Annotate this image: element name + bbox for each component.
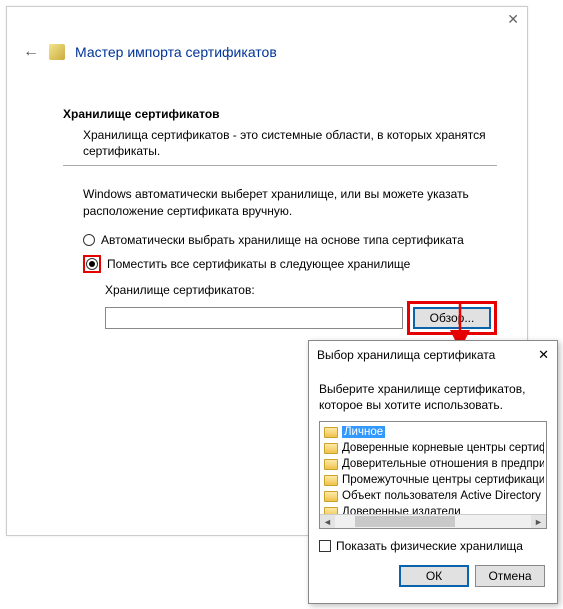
select-store-dialog: Выбор хранилища сертификата ✕ Выберите х… (308, 340, 558, 604)
tree-item[interactable]: Доверительные отношения в предприяти (324, 456, 544, 472)
tree-item[interactable]: Доверенные корневые центры сертифика (324, 440, 544, 456)
tree-item-label: Личное (342, 426, 385, 438)
tree-item-label: Промежуточные центры сертификации (342, 474, 544, 486)
radio-auto-label: Автоматически выбрать хранилище на основ… (101, 233, 464, 247)
wizard-content: Хранилище сертификатов Хранилища сертифи… (63, 107, 497, 335)
show-physical-checkbox[interactable]: Показать физические хранилища (319, 539, 547, 553)
wizard-title: Мастер импорта сертификатов (75, 44, 277, 60)
certificate-wizard-icon (49, 44, 65, 60)
auto-select-text: Windows автоматически выберет хранилище,… (83, 186, 497, 218)
highlight-box: Обзор... (407, 301, 497, 335)
tree-item-label: Доверительные отношения в предприяти (342, 458, 544, 470)
store-row: Обзор... (105, 301, 497, 335)
highlight-box (83, 255, 101, 273)
tree-item[interactable]: Объект пользователя Active Directory (324, 488, 544, 504)
checkbox-icon (319, 540, 331, 552)
show-physical-label: Показать физические хранилища (336, 539, 523, 553)
store-tree[interactable]: Личное Доверенные корневые центры сертиф… (319, 421, 547, 529)
folder-icon (324, 427, 338, 438)
section-title: Хранилище сертификатов (63, 107, 497, 121)
folder-icon (324, 443, 338, 454)
scroll-thumb[interactable] (355, 516, 455, 527)
radio-dot-icon (89, 261, 95, 267)
folder-icon (324, 491, 338, 502)
scroll-left-icon[interactable]: ◄ (320, 515, 335, 528)
back-arrow-icon[interactable]: ← (23, 43, 39, 61)
dialog-title: Выбор хранилища сертификата (317, 348, 495, 362)
radio-icon (83, 234, 95, 246)
close-icon[interactable]: ✕ (507, 11, 519, 28)
radio-icon (86, 258, 98, 270)
horizontal-scrollbar[interactable]: ◄ ► (320, 514, 546, 528)
tree-item-label: Доверенные корневые центры сертифика (342, 442, 544, 454)
cancel-button[interactable]: Отмена (475, 565, 545, 587)
close-icon[interactable]: ✕ (538, 347, 549, 363)
section-description: Хранилища сертификатов - это системные о… (83, 127, 497, 159)
radio-place-all[interactable]: Поместить все сертификаты в следующее хр… (83, 255, 497, 273)
browse-button[interactable]: Обзор... (413, 307, 491, 329)
tree-item[interactable]: Промежуточные центры сертификации (324, 472, 544, 488)
dialog-body: Выберите хранилище сертификатов, которое… (309, 367, 557, 595)
tree-item[interactable]: Личное (324, 424, 544, 440)
dialog-buttons: ОК Отмена (319, 565, 547, 587)
wizard-header: ← Мастер импорта сертификатов (23, 43, 277, 61)
radio-auto-select[interactable]: Автоматически выбрать хранилище на основ… (83, 233, 497, 247)
divider (63, 165, 497, 166)
dialog-instruction: Выберите хранилище сертификатов, которое… (319, 381, 547, 413)
store-field-label: Хранилище сертификатов: (105, 283, 497, 297)
store-input[interactable] (105, 307, 403, 329)
radio-place-label: Поместить все сертификаты в следующее хр… (107, 257, 410, 271)
ok-button[interactable]: ОК (399, 565, 469, 587)
folder-icon (324, 475, 338, 486)
scroll-track[interactable] (335, 515, 531, 528)
scroll-right-icon[interactable]: ► (531, 515, 546, 528)
folder-icon (324, 459, 338, 470)
dialog-titlebar: Выбор хранилища сертификата ✕ (309, 341, 557, 367)
tree-item-label: Объект пользователя Active Directory (342, 490, 541, 502)
